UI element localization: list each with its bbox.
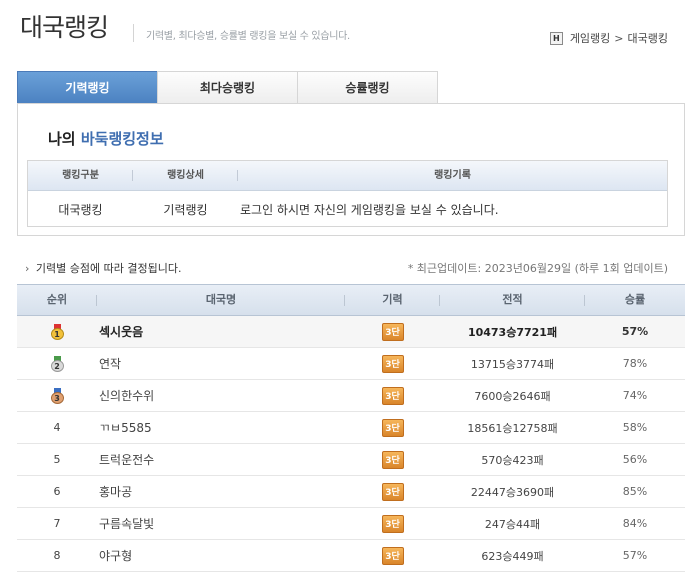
win-rate-cell: 56% <box>622 453 648 466</box>
bronze-medal-icon: 3 <box>50 387 64 404</box>
table-row: 1 섹시웃음 3단 10473승7721패 57% <box>17 316 685 348</box>
ranking-table-header: 순위 대국명 기력 전적 승률 <box>17 284 685 316</box>
rank-cell: 4 <box>53 421 61 434</box>
my-ranking-title-plain: 나의 <box>48 130 76 148</box>
breadcrumb-separator: > <box>614 31 624 45</box>
rank-cell: 7 <box>53 517 61 530</box>
level-badge: 3단 <box>381 514 404 533</box>
rank-cell: 5 <box>53 453 61 466</box>
rank-cell: 8 <box>53 549 61 562</box>
win-rate-cell: 74% <box>622 389 648 402</box>
level-badge: 3단 <box>381 482 404 501</box>
level-badge: 3단 <box>381 386 404 405</box>
ranking-tabs: 기력랭킹 최다승랭킹 승률랭킹 <box>17 71 438 105</box>
table-row: 8 야구형 3단 623승449패 57% <box>17 540 685 572</box>
ranking-table: 순위 대국명 기력 전적 승률 1 섹시웃음 3단 10473승7721패 57… <box>17 284 685 572</box>
player-name[interactable]: 홍마공 <box>97 483 345 500</box>
record-cell: 13715승3774패 <box>470 357 555 371</box>
tab-most-wins-ranking[interactable]: 최다승랭킹 <box>157 71 298 103</box>
table-row: 6 홍마공 3단 22447승3690패 85% <box>17 476 685 508</box>
my-ranking-table: 랭킹구분 랭킹상세 랭킹기록 대국랭킹 기력랭킹 로그인 하시면 자신의 게임랭… <box>27 160 668 227</box>
column-header-rank: 순위 <box>17 285 97 315</box>
column-header-record: 랭킹기록 <box>434 170 471 181</box>
breadcrumb: H 게임랭킹 > 대국랭킹 <box>549 30 668 46</box>
tab-level-ranking[interactable]: 기력랭킹 <box>17 71 158 105</box>
record-cell: 623승449패 <box>481 549 544 563</box>
record-cell: 18561승12758패 <box>467 421 558 435</box>
title-divider <box>133 24 134 42</box>
page-description: 기력별, 최다승별, 승률별 랭킹을 보실 수 있습니다. <box>146 31 350 42</box>
player-name[interactable]: ㄲㅂ5585 <box>97 419 345 436</box>
my-ranking-record: 로그인 하시면 자신의 게임랭킹을 보실 수 있습니다. <box>240 202 499 217</box>
level-badge: 3단 <box>381 546 404 565</box>
column-header-record: 전적 <box>440 285 585 315</box>
level-badge: 3단 <box>381 418 404 437</box>
table-row: 5 트럭운전수 3단 570승423패 56% <box>17 444 685 476</box>
win-rate-cell: 84% <box>622 517 648 530</box>
level-badge: 3단 <box>381 354 404 373</box>
table-row: 7 구름속달빛 3단 247승44패 84% <box>17 508 685 540</box>
home-icon[interactable]: H <box>549 31 563 45</box>
column-header-detail: 랭킹상세 <box>133 161 238 190</box>
player-name[interactable]: 섹시웃음 <box>97 323 345 340</box>
level-badge: 3단 <box>381 322 404 341</box>
player-name[interactable]: 야구형 <box>97 547 345 564</box>
record-cell: 22447승3690패 <box>470 485 555 499</box>
win-rate-cell: 78% <box>622 357 648 370</box>
rank-cell: 1 <box>17 323 97 340</box>
level-badge: 3단 <box>381 450 404 469</box>
notice-text: 기력별 승점에 따라 결정됩니다. <box>35 262 182 275</box>
update-info: * 최근업데이트: 2023년06월29일 (하루 1회 업데이트) <box>407 262 668 275</box>
rank-cell: 2 <box>17 355 97 372</box>
my-ranking-title-highlight: 바둑랭킹정보 <box>80 130 164 148</box>
my-ranking-detail: 기력랭킹 <box>163 202 208 217</box>
player-name[interactable]: 구름속달빛 <box>97 515 345 532</box>
breadcrumb-parent[interactable]: 게임랭킹 <box>570 30 610 46</box>
win-rate-cell: 58% <box>622 421 648 434</box>
player-name[interactable]: 트럭운전수 <box>97 451 345 468</box>
table-row: 2 연작 3단 13715승3774패 78% <box>17 348 685 380</box>
page-header: 대국랭킹 기력별, 최다승별, 승률별 랭킹을 보실 수 있습니다. H 게임랭… <box>0 0 686 60</box>
ranking-notice: › 기력별 승점에 따라 결정됩니다. <box>25 260 181 276</box>
record-cell: 570승423패 <box>481 453 544 467</box>
record-cell: 7600승2646패 <box>474 389 551 403</box>
column-header-name: 대국명 <box>97 285 345 315</box>
win-rate-cell: 57% <box>621 325 649 338</box>
player-name[interactable]: 연작 <box>97 355 345 372</box>
rank-cell: 3 <box>17 387 97 404</box>
column-header-level: 기력 <box>345 285 440 315</box>
table-row: 3 신의한수위 3단 7600승2646패 74% <box>17 380 685 412</box>
win-rate-cell: 57% <box>622 549 648 562</box>
my-ranking-row: 대국랭킹 기력랭킹 로그인 하시면 자신의 게임랭킹을 보실 수 있습니다. <box>28 191 667 227</box>
rank-cell: 6 <box>53 485 61 498</box>
breadcrumb-current: 대국랭킹 <box>627 32 668 45</box>
column-header-category: 랭킹구분 <box>28 161 133 190</box>
my-ranking-title: 나의 바둑랭킹정보 <box>48 128 164 149</box>
notice-arrow-icon: › <box>25 262 30 275</box>
my-ranking-table-header: 랭킹구분 랭킹상세 랭킹기록 <box>28 161 667 191</box>
table-row: 4 ㄲㅂ5585 3단 18561승12758패 58% <box>17 412 685 444</box>
column-header-rate: 승률 <box>624 293 646 306</box>
my-ranking-category: 대국랭킹 <box>58 202 103 217</box>
my-ranking-panel: 나의 바둑랭킹정보 랭킹구분 랭킹상세 랭킹기록 대국랭킹 기력랭킹 로그인 하… <box>17 103 685 236</box>
record-cell: 10473승7721패 <box>467 325 558 339</box>
win-rate-cell: 85% <box>622 485 648 498</box>
tab-win-rate-ranking[interactable]: 승률랭킹 <box>297 71 438 103</box>
record-cell: 247승44패 <box>484 517 541 531</box>
player-name[interactable]: 신의한수위 <box>97 387 345 404</box>
silver-medal-icon: 2 <box>50 355 64 372</box>
page-title: 대국랭킹 <box>20 13 109 42</box>
gold-medal-icon: 1 <box>50 323 64 340</box>
